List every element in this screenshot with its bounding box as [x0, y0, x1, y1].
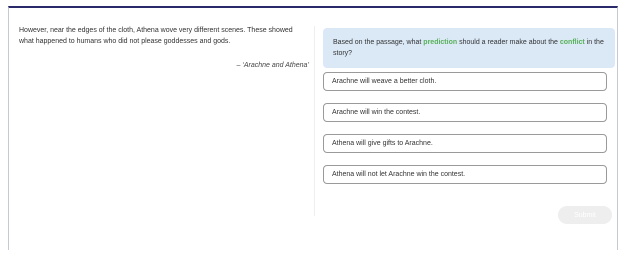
answer-choice-label: Athena will give gifts to Arachne.	[332, 140, 433, 147]
panel-divider	[314, 26, 315, 216]
question-prompt: Based on the passage, what prediction sh…	[323, 28, 615, 68]
answer-choice-label: Arachne will weave a better cloth.	[332, 78, 437, 85]
activity-frame: However, near the edges of the cloth, At…	[8, 6, 618, 250]
answer-choice-4[interactable]: Athena will not let Arachne win the cont…	[323, 165, 607, 184]
answer-choice-2[interactable]: Arachne will win the contest.	[323, 103, 607, 122]
passage-citation: – ‘Arachne and Athena’	[236, 62, 309, 69]
question-keyword-prediction: prediction	[423, 39, 458, 46]
question-middle: should a reader make about the	[457, 39, 560, 46]
passage-text: However, near the edges of the cloth, At…	[19, 27, 293, 45]
answer-choice-label: Arachne will win the contest.	[332, 109, 421, 116]
answer-choice-1[interactable]: Arachne will weave a better cloth.	[323, 72, 607, 91]
question-keyword-conflict: conflict	[559, 39, 585, 46]
question-prefix: Based on the passage, what	[333, 39, 424, 46]
answer-choice-label: Athena will not let Arachne win the cont…	[332, 171, 466, 178]
answer-choice-3[interactable]: Athena will give gifts to Arachne.	[323, 134, 607, 153]
submit-button[interactable]: Submit	[558, 206, 612, 224]
